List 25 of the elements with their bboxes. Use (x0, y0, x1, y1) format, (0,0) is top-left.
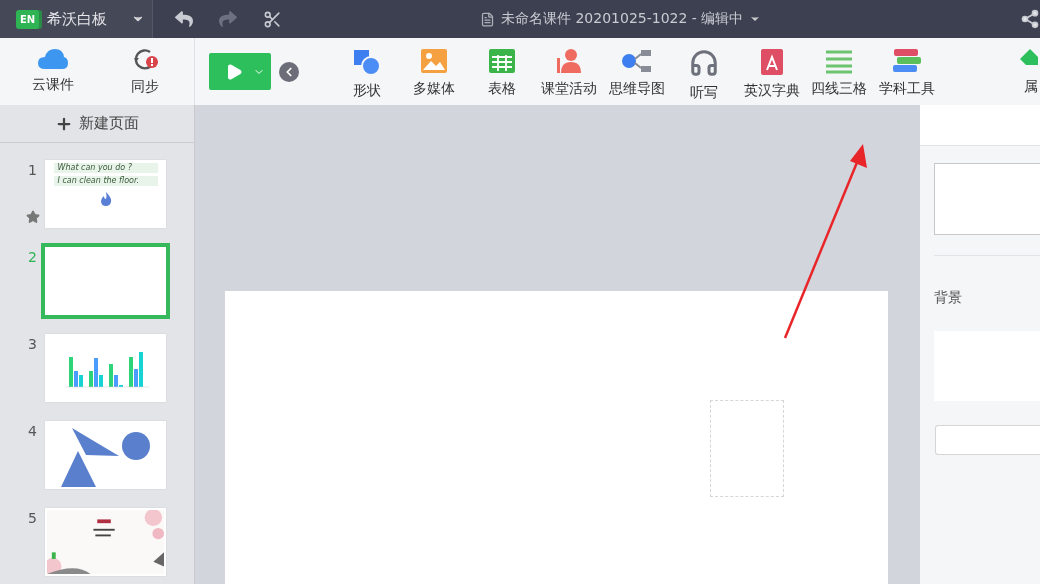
tool-button[interactable]: 思维导图 (603, 38, 671, 105)
app-name: 希沃白板 (47, 9, 107, 29)
tool-button[interactable]: 听写 (670, 38, 738, 105)
properties-button[interactable]: 属 (980, 38, 1040, 105)
app-logo: EN (16, 9, 39, 29)
tool-button[interactable]: 四线三格 (805, 38, 873, 105)
page-number: 3 (28, 336, 37, 352)
sync-button[interactable]: 同步 (105, 38, 185, 105)
slide-text: I can clean the floor. (53, 176, 158, 186)
document-title[interactable]: 未命名课件 20201025-1022 - 编辑中 (501, 10, 744, 28)
slide-text: What can you do ? (53, 163, 158, 173)
tool-button[interactable]: 表格 (468, 38, 536, 105)
cloud-courseware-button[interactable]: 云课件 (0, 38, 105, 105)
tool-button[interactable]: 多媒体 (400, 38, 468, 105)
page-thumbnail[interactable]: What can you do ? I can clean the floor. (45, 160, 166, 228)
page-number: 5 (28, 510, 37, 526)
tool-button[interactable]: 学科工具 (873, 38, 941, 105)
tool-button[interactable]: 英汉字典 (738, 38, 806, 105)
page-number: 2 (28, 249, 37, 265)
app-menu-button[interactable]: EN 希沃白板 (0, 0, 153, 38)
page-number: 4 (28, 423, 37, 439)
tool-button[interactable]: 形状 (333, 38, 401, 105)
background-label: 背景 (934, 289, 963, 307)
page-number: 1 (28, 162, 37, 178)
tool-button[interactable]: 课堂活动 (535, 38, 603, 105)
